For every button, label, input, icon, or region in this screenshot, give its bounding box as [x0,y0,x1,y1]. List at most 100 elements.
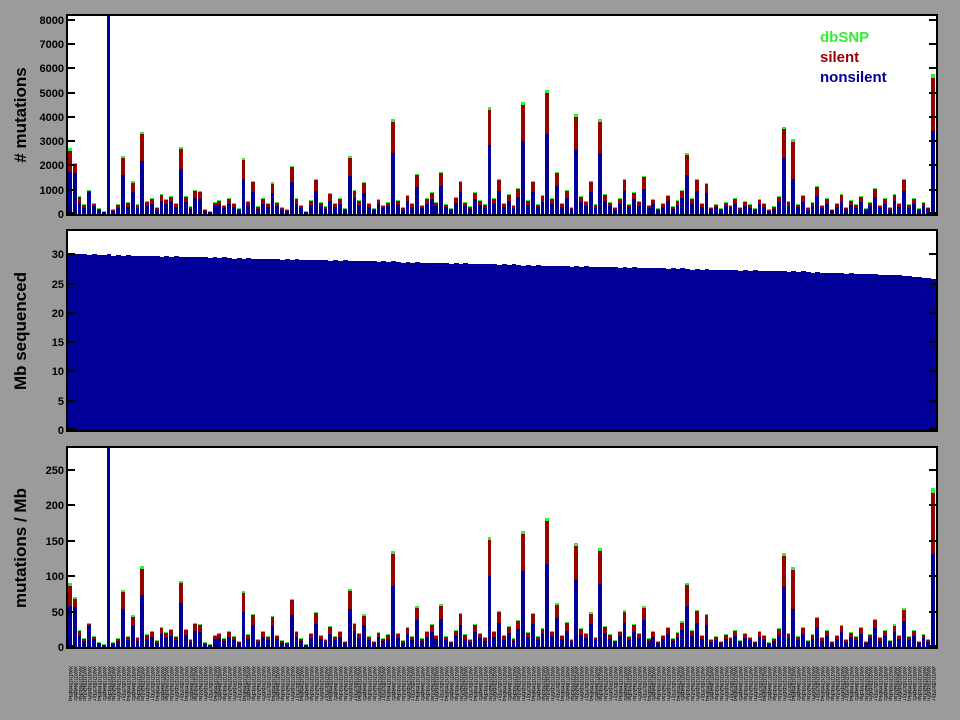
bar-segment [444,640,448,647]
bar-segment [622,179,627,181]
bar [342,448,347,647]
bar-segment [743,633,747,634]
bar-segment [690,631,694,637]
y-tick-label: 150 [45,535,64,548]
bar-segment [511,640,516,647]
bar-segment [241,159,246,179]
bar [762,16,767,214]
bar-segment [800,627,805,628]
bar-segment [617,199,622,204]
bar-segment [593,207,598,214]
bar-segment [762,206,767,214]
bar-segment [453,203,458,214]
bar-segment [198,624,203,626]
bar-segment [699,203,704,207]
bar-segment [762,634,767,636]
bar-segment [796,639,800,647]
bar-segment [207,210,212,212]
bar-segment [791,609,796,647]
bar-segment [690,198,694,200]
bar [347,448,352,647]
y-tick-label: 7000 [39,38,64,51]
bar-segment [680,630,685,647]
bar-segment [183,629,188,631]
bar [622,448,627,647]
bar [453,16,458,214]
bar-segment [453,630,458,636]
bar-segment [477,200,482,205]
bar-segment [637,205,641,214]
bar-segment [772,641,776,647]
bar-segment [911,630,916,636]
bar-segment [463,634,468,639]
bar-segment [617,631,622,637]
bar-segment [608,202,612,203]
bar-segment [352,631,357,647]
bar-segment [796,635,800,637]
bar-segment [270,182,275,184]
bar-segment [757,636,762,647]
bar-segment [241,593,246,612]
bar-segment [125,635,130,637]
bar-segment [111,644,116,647]
bar-segment [473,623,477,625]
bar [767,16,772,214]
y-tick-mark [929,428,936,430]
bar-segment [260,631,265,637]
y-tick-mark [929,164,936,167]
bar-segment [564,190,569,199]
bar-segment [931,553,936,647]
bar-segment [217,199,222,201]
y-tick-mark [929,67,936,70]
bar-segment [622,190,627,214]
bar [333,448,338,647]
bar-segment [342,643,347,647]
bar [357,16,362,214]
bar-segment [468,206,473,209]
bar [434,16,439,214]
bar-segment [453,630,458,631]
bar-segment [723,634,728,635]
bar-segment [473,625,477,632]
bar [68,448,72,647]
bar [285,16,289,214]
bar-segment [873,197,878,214]
bar-segment [502,203,506,207]
y-tick-mark [929,504,936,507]
bar [747,448,752,647]
bar-segment [135,641,140,647]
y-tick-mark [68,645,75,647]
bar-segment [236,641,241,644]
y-tick-mark [68,42,75,45]
bar-segment [92,202,96,204]
bar-segment [834,206,839,214]
bar-segment [188,639,193,642]
bar [125,448,130,647]
bar [646,16,651,214]
bar-segment [656,642,661,647]
bar [362,16,366,214]
bar-segment [468,639,473,642]
y-tick-label: 5000 [39,87,64,100]
bar [820,448,825,647]
bar-segment [868,633,873,635]
bar [198,448,203,647]
bar-segment [661,203,665,207]
bar [685,16,690,214]
bar-segment [897,638,902,647]
bar-segment [246,201,251,206]
bar-segment [931,279,936,430]
bar-segment [376,632,381,638]
bar-segment [564,621,569,623]
bar-segment [516,621,521,630]
bar-segment [530,612,535,614]
y-tick-label: 25 [51,278,64,291]
bar-segment [627,207,632,214]
bar-segment [868,634,873,639]
bar-segment [844,209,849,214]
bar-segment [289,598,294,601]
bar-segment [405,194,410,196]
bar-segment [159,193,164,195]
bar [646,448,651,647]
bar-segment [87,189,92,191]
